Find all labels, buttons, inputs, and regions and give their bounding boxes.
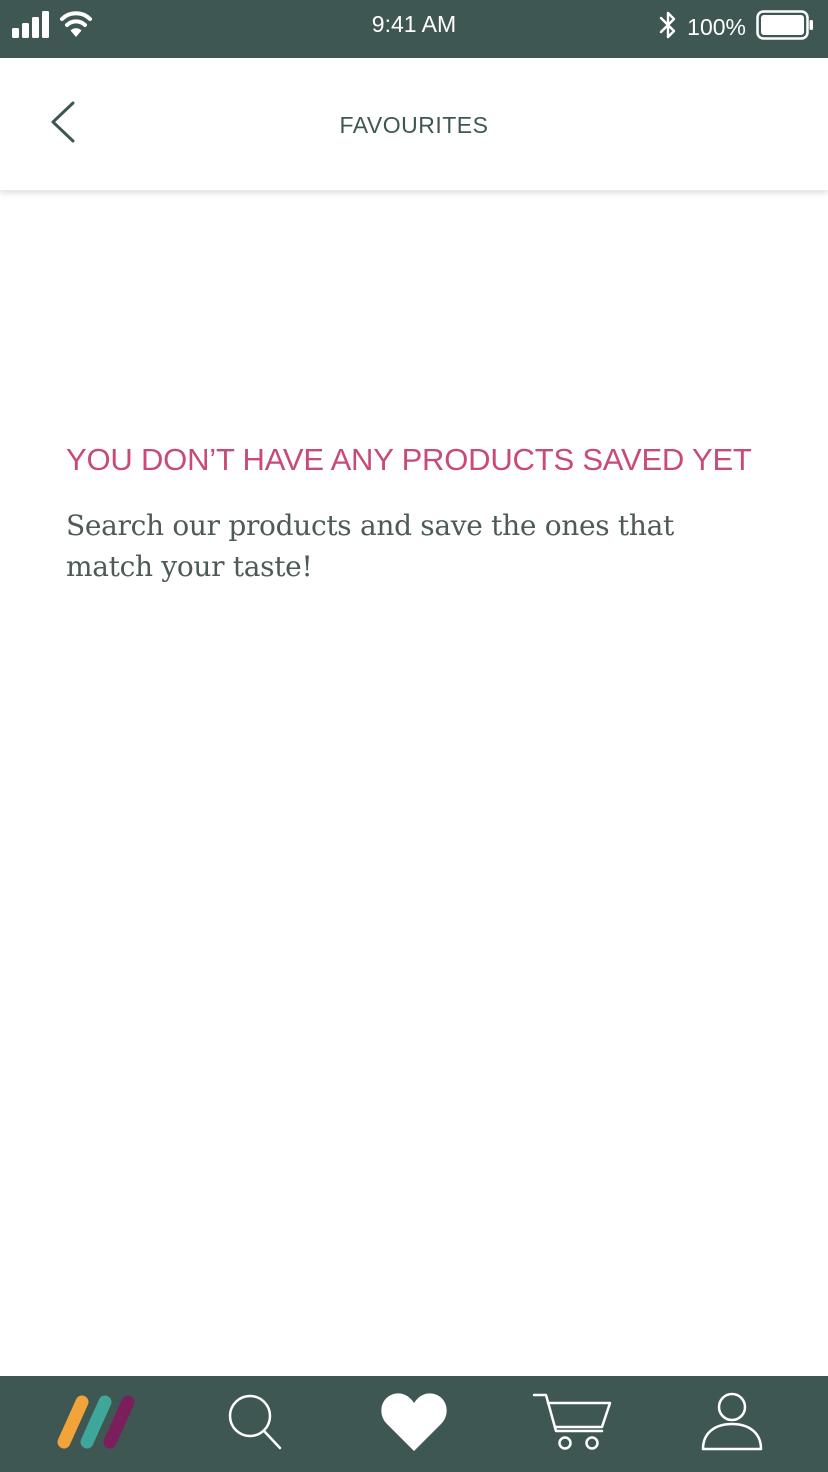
- nav-item-search[interactable]: [205, 1376, 305, 1472]
- bluetooth-icon: [659, 10, 677, 45]
- search-icon: [227, 1393, 283, 1456]
- empty-state-heading: YOU DON’T HAVE ANY PRODUCTS SAVED YET: [66, 442, 752, 477]
- empty-state-message: Search our products and save the ones th…: [66, 509, 674, 583]
- heart-icon: [380, 1391, 448, 1458]
- battery-percentage: 100%: [687, 13, 746, 40]
- user-icon: [700, 1392, 764, 1457]
- bottom-nav: [0, 1376, 828, 1472]
- status-bar: 9:41 AM 100%: [0, 0, 828, 58]
- app-header: FAVOURITES: [0, 58, 828, 190]
- battery-icon: [756, 9, 814, 45]
- cart-icon: [532, 1391, 614, 1458]
- nav-item-cart[interactable]: [523, 1376, 623, 1472]
- status-right: 100%: [659, 8, 814, 46]
- favourites-screen: 9:41 AM 100% FAVOURITES YOU DON’T HAVE A…: [0, 0, 828, 1472]
- nav-item-home[interactable]: [46, 1376, 146, 1472]
- page-title: FAVOURITES: [339, 112, 489, 138]
- nav-item-favourites[interactable]: [364, 1376, 464, 1472]
- brand-logo-icon: [55, 1393, 137, 1456]
- nav-item-profile[interactable]: [682, 1376, 782, 1472]
